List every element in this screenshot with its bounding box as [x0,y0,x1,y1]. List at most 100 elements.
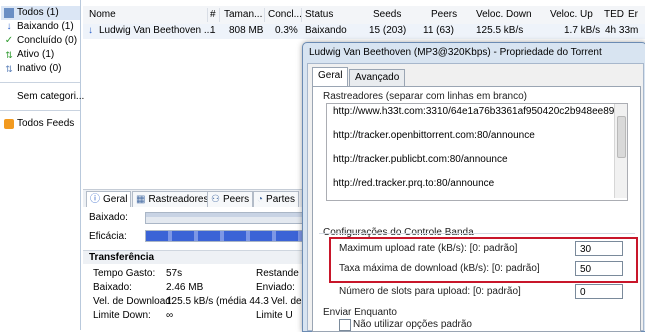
column-header-tamanho[interactable]: Taman... [224,9,262,20]
downloaded-value: 2.46 MB [166,282,204,293]
sidebar-item-todos-feeds[interactable]: Todos Feeds [4,117,74,131]
time-elapsed-label: Tempo Gasto: [93,268,156,279]
sidebar-item-ativo[interactable]: ⇅ Ativo (1) [4,48,54,62]
upload-slots-input[interactable]: 0 [575,284,623,299]
tracker-line: http://tracker.openbittorrent.com:80/ann… [333,130,535,141]
trackers-group-label: Rastreadores (separar com linhas em bran… [323,91,527,102]
sidebar-item-label: Concluído (0) [17,35,78,46]
uploaded-label: Enviado: [256,282,295,293]
trackers-icon: ▦ [136,194,146,205]
torrent-row[interactable]: ↓ Ludwig Van Beethoven ... 1 808 MB 0.3%… [83,24,645,39]
torrent-up-speed: 1.7 kB/s [564,25,601,36]
column-header-concluido[interactable]: Concl... [268,9,302,20]
sidebar-item-baixando[interactable]: ↓ Baixando (1) [4,20,74,34]
column-header-ted[interactable]: TED [604,9,624,20]
column-divider [207,8,208,22]
sidebar: Todos (1) ↓ Baixando (1) ✓ Concluído (0)… [0,0,84,330]
time-elapsed-value: 57s [166,268,183,279]
no-default-checkbox[interactable] [339,319,351,331]
column-header-veloc-down[interactable]: Veloc. Down [476,9,532,20]
torrent-size: 808 MB [229,25,264,36]
sidebar-divider [0,82,80,83]
tracker-line: http://www.h33t.com:3310/64e1a76b3361af9… [333,106,627,117]
sidebar-item-label: Todos Feeds [17,118,75,129]
dialog-tab-avancado[interactable]: Avançado [349,69,406,86]
downloaded-bar [145,212,315,224]
scrollbar-thumb[interactable] [617,116,626,158]
download-arrow-icon: ↓ [88,25,93,36]
sidebar-item-label: Inativo (0) [17,63,62,74]
all-torrents-icon [4,8,14,18]
trackers-textarea[interactable]: http://www.h33t.com:3310/64e1a76b3361af9… [326,103,628,201]
trackers-scrollbar[interactable] [614,104,627,198]
torrent-list-header: Nome # Taman... Concl... Status Seeds Pe… [83,6,645,25]
torrent-status: Baixando [305,25,347,36]
dialog-title: Ludwig Van Beethoven (MP3@320Kbps) - Pro… [309,47,602,58]
torrent-seeds: 15 (203) [369,25,407,36]
inactive-arrows-icon: ⇅ [5,64,13,74]
download-limit-value: ∞ [166,310,174,321]
tab-rastreadores[interactable]: ▦ Rastreadores [132,191,213,207]
column-header-status[interactable]: Status [305,9,333,20]
sidebar-item-label: Baixando (1) [17,21,74,32]
torrent-properties-dialog: Ludwig Van Beethoven (MP3@320Kbps) - Pro… [302,42,645,332]
rss-feed-icon [4,119,14,129]
tab-label: Partes [266,194,295,205]
info-icon: ⓘ [90,194,100,205]
efficiency-bar [145,230,315,242]
dialog-general-panel: Rastreadores (separar com linhas em bran… [312,86,641,332]
sidebar-item-label: Ativo (1) [17,49,55,60]
dialog-body: Geral Avançado Rastreadores (separar com… [307,63,644,332]
column-divider [301,8,302,22]
download-speed-label: Vel. de Download: [93,296,174,307]
remaining-label: Restande [256,268,299,279]
column-header-seeds[interactable]: Seeds [373,9,401,20]
column-header-num[interactable]: # [210,9,216,20]
active-arrows-icon: ⇅ [5,50,13,60]
sidebar-item-todos[interactable]: Todos (1) [1,6,80,20]
highlight-box [329,237,638,283]
column-header-nome[interactable]: Nome [89,9,116,20]
torrent-down-speed: 125.5 kB/s [476,25,524,36]
column-header-er[interactable]: Er [628,9,638,20]
torrent-peers: 11 (63) [423,25,454,36]
tab-label: Peers [222,194,250,205]
download-limit-label: Limite Down: [93,310,151,321]
seed-group-label: Enviar Enquanto [323,307,397,318]
dialog-tab-geral[interactable]: Geral [312,67,349,87]
torrent-progress: 0.3% [275,25,298,36]
torrent-eta: 4h 33m [605,25,639,36]
column-header-veloc-up[interactable]: Veloc. Up [550,9,593,20]
sidebar-item-label: Todos (1) [17,7,59,18]
general-info-panel: Baixado: Eficácia: Transferência Tempo G… [83,207,315,330]
pieces-icon: ◔ [257,194,264,205]
column-divider [264,8,265,22]
tab-peers[interactable]: ⚇ Peers [207,191,254,207]
tab-label: Geral [103,194,128,205]
downloaded-label: Baixado: [93,282,132,293]
group-divider [319,233,635,234]
sidebar-item-concluido[interactable]: ✓ Concluído (0) [4,34,77,48]
tab-geral[interactable]: ⓘ Geral [86,191,132,207]
upload-speed-label: Vel. de [271,296,302,307]
sidebar-item-label: Sem categori... [17,91,85,102]
tab-partes[interactable]: ◔ Partes [253,191,299,207]
upload-limit-label: Limite U [256,310,293,321]
checkmark-icon: ✓ [4,35,14,46]
details-tab-bar: ⓘ Geral ▦ Rastreadores ⚇ Peers ◔ Partes [83,189,313,208]
sidebar-divider [0,110,80,111]
sidebar-item-inativo[interactable]: ⇅ Inativo (0) [4,62,61,76]
sidebar-item-sem-categoria[interactable]: Sem categori... [17,90,84,104]
tracker-line: http://tracker.publicbt.com:80/announce [333,154,508,165]
peers-icon: ⚇ [211,194,220,205]
torrent-queue-number: 1 [210,25,216,36]
transfer-section-header: Transferência [83,250,313,264]
column-divider [219,8,220,22]
tab-label: Rastreadores [148,194,209,205]
efficiency-bar-label: Eficácia: [89,231,127,242]
column-header-peers[interactable]: Peers [431,9,457,20]
upload-slots-label: Número de slots para upload: [0: padrão] [339,286,521,297]
download-arrow-icon: ↓ [6,21,12,32]
downloaded-bar-label: Baixado: [89,212,128,223]
torrent-name: Ludwig Van Beethoven ... [99,25,213,36]
